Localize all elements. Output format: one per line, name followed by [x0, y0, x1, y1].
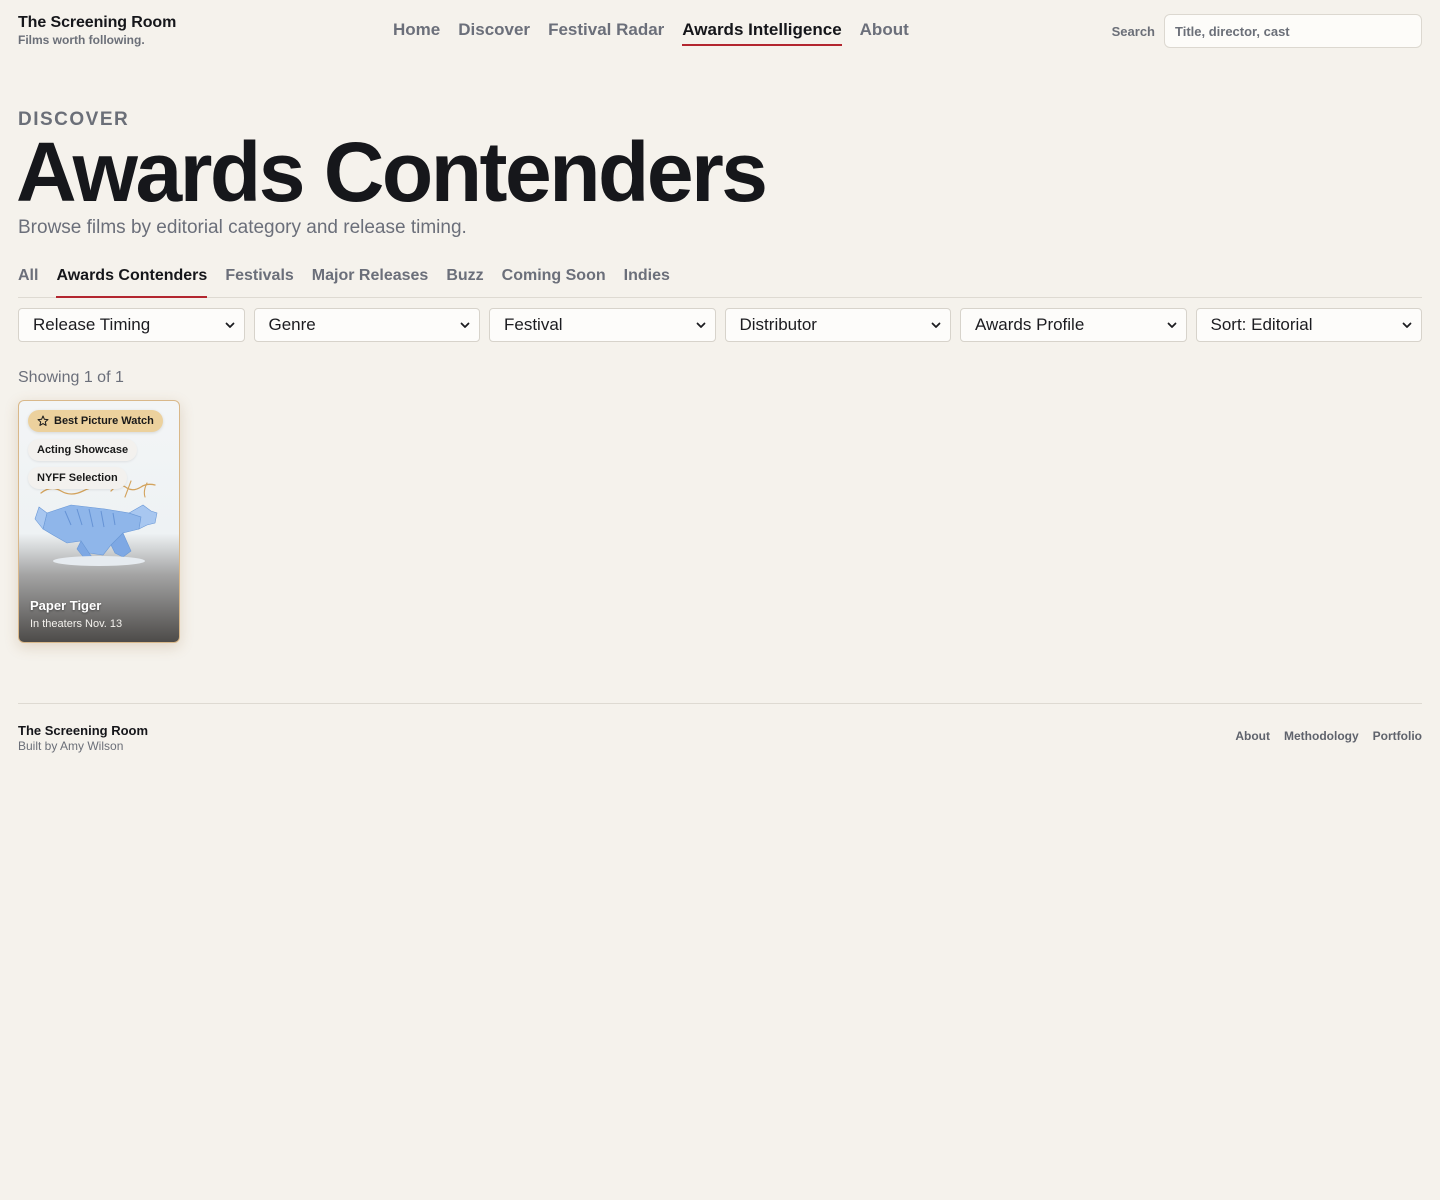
site-header: The Screening Room Films worth following…	[0, 0, 1440, 62]
filter-label: Genre	[268, 315, 316, 334]
chevron-down-icon	[1167, 322, 1176, 328]
footer-link-portfolio[interactable]: Portfolio	[1373, 729, 1422, 743]
nav-awards-intelligence[interactable]: Awards Intelligence	[682, 20, 842, 46]
tab-buzz[interactable]: Buzz	[446, 267, 483, 298]
brand[interactable]: The Screening Room Films worth following…	[18, 14, 176, 47]
page-subtitle: Browse films by editorial category and r…	[18, 217, 467, 238]
tab-coming-soon[interactable]: Coming Soon	[502, 267, 606, 298]
chevron-down-icon	[1402, 322, 1412, 328]
tab-major-releases[interactable]: Major Releases	[312, 267, 429, 298]
sort-select[interactable]: Sort: Editorial	[1195, 308, 1422, 342]
distributor-select[interactable]: Distributor	[724, 308, 951, 342]
results-count: Showing 1 of 1	[18, 369, 124, 386]
nav-about[interactable]: About	[860, 20, 909, 46]
footer-brand: The Screening Room	[18, 723, 149, 738]
search-input[interactable]	[1164, 14, 1422, 48]
brand-tagline: Films worth following.	[18, 33, 145, 47]
search-label: Search	[1111, 23, 1155, 39]
filter-label: Release Timing	[33, 315, 151, 334]
search: Search	[1112, 14, 1422, 48]
footer-links: About Methodology Portfolio	[1235, 729, 1422, 743]
filter-label: Sort: Editorial	[1210, 315, 1313, 334]
nav-festival-radar[interactable]: Festival Radar	[548, 20, 664, 46]
star-icon	[37, 415, 49, 426]
footer-credit: Built by Amy Wilson	[18, 739, 124, 753]
chevron-down-icon	[460, 322, 470, 328]
film-card[interactable]: Best Picture Watch Acting Showcase NYFF …	[18, 400, 180, 643]
tab-indies[interactable]: Indies	[624, 267, 670, 298]
film-title: Paper Tiger	[30, 598, 102, 613]
main-nav: Home Discover Festival Radar Awards Inte…	[393, 20, 909, 46]
footer-link-methodology[interactable]: Methodology	[1284, 729, 1359, 743]
release-timing-select[interactable]: Release Timing	[18, 308, 245, 342]
festival-badge: NYFF Selection	[28, 467, 127, 489]
tab-festivals[interactable]: Festivals	[225, 267, 293, 298]
chevron-down-icon	[225, 322, 234, 328]
tab-awards-contenders[interactable]: Awards Contenders	[56, 267, 208, 298]
filter-label: Distributor	[739, 315, 817, 334]
nav-home[interactable]: Home	[393, 20, 440, 46]
footer-link-about[interactable]: About	[1235, 729, 1270, 743]
tab-all[interactable]: All	[18, 267, 38, 298]
chevron-down-icon	[931, 322, 941, 328]
badge-label: Best Picture Watch	[54, 415, 154, 427]
filter-label: Festival	[504, 315, 563, 334]
page-title: Awards Contenders	[16, 125, 768, 219]
best-picture-badge: Best Picture Watch	[28, 410, 163, 432]
badge-label: Acting Showcase	[37, 444, 129, 456]
chevron-down-icon	[696, 322, 705, 328]
footer-divider	[18, 703, 1422, 704]
filter-label: Awards Profile	[975, 315, 1085, 334]
awards-profile-select[interactable]: Awards Profile	[960, 308, 1187, 342]
genre-select[interactable]: Genre	[253, 308, 480, 342]
category-tabs: All Awards Contenders Festivals Major Re…	[18, 267, 1422, 298]
brand-title[interactable]: The Screening Room	[18, 14, 176, 32]
film-release-date: In theaters Nov. 13	[30, 618, 123, 630]
nav-discover[interactable]: Discover	[458, 20, 530, 46]
filter-bar: Release Timing Genre Festival Distributo…	[18, 308, 1422, 342]
festival-select[interactable]: Festival	[489, 308, 716, 342]
acting-showcase-badge: Acting Showcase	[28, 439, 138, 461]
badge-label: NYFF Selection	[37, 472, 118, 484]
